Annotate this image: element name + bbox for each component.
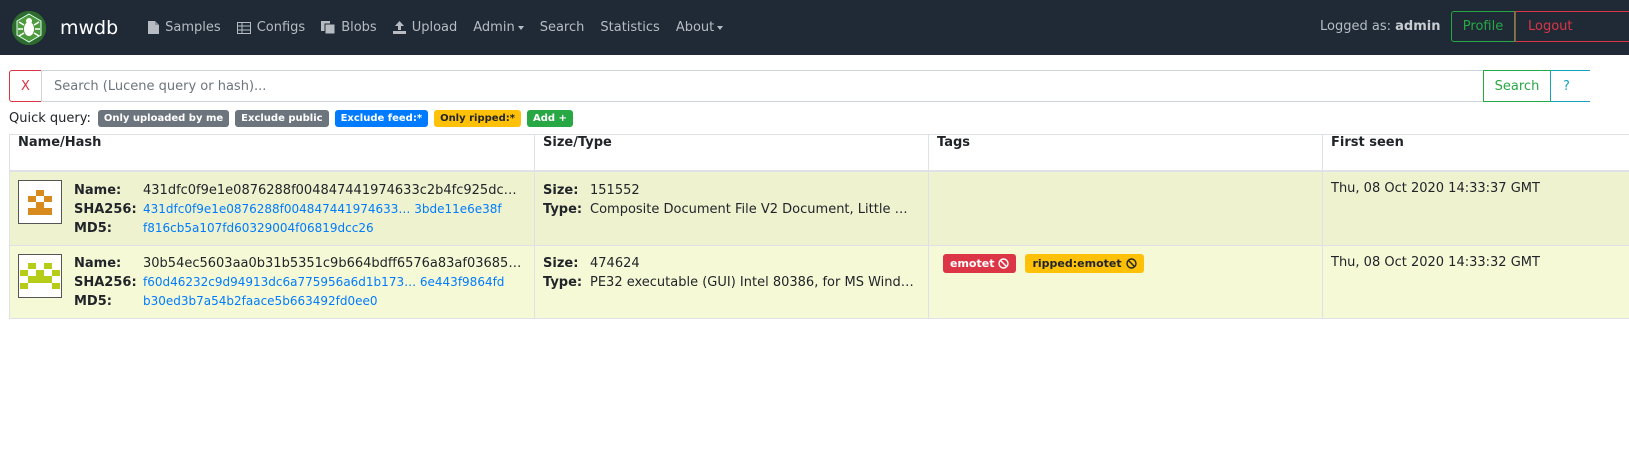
table-header: Name/Hash Size/Type Tags First seen (9, 134, 1629, 172)
first-seen-date: Thu, 08 Oct 2020 14:33:37 GMT (1331, 181, 1540, 196)
profile-button[interactable]: Profile (1451, 11, 1515, 42)
name-label: Name: (74, 256, 122, 271)
first-seen-cell: Thu, 08 Oct 2020 14:33:32 GMT (1322, 245, 1629, 319)
name-hash-cell: Name: 30b54ec5603aa0b31b5351c9b664bdff657… (9, 245, 535, 319)
md5-label: MD5: (74, 294, 112, 309)
nav-admin-dropdown[interactable]: Admin (473, 20, 524, 35)
search-help-button[interactable]: ? (1550, 70, 1590, 102)
identicon-icon (18, 180, 62, 224)
size-label: Size: (543, 256, 579, 271)
sha256-link[interactable]: f60d46232c9d94913dc6a775956a6d1b173… 6e4… (143, 273, 504, 292)
type-label: Type: (543, 202, 583, 217)
tags-cell (928, 170, 1323, 246)
nav-upload[interactable]: Upload (392, 20, 458, 35)
logged-as-label: Logged as: (1320, 19, 1391, 34)
nav-search[interactable]: Search (540, 20, 585, 35)
search-input[interactable] (41, 70, 1484, 102)
first-seen-date: Thu, 08 Oct 2020 14:33:32 GMT (1331, 255, 1540, 270)
size-type-cell: Size: 151552 Type: Composite Document File… (534, 170, 929, 246)
nav-blobs-label: Blobs (341, 20, 377, 35)
quick-query-exclude-feed[interactable]: Exclude feed:* (334, 109, 429, 127)
sample-name: 30b54ec5603aa0b31b5351c9b664bdff6576a83a… (143, 256, 522, 271)
name-label: Name: (74, 183, 122, 198)
logged-user: admin (1395, 19, 1441, 34)
caret-down-icon (517, 25, 524, 30)
type-label: Type: (543, 275, 583, 290)
quick-query-only-ripped[interactable]: Only ripped:* (434, 109, 521, 127)
first-seen-cell: Thu, 08 Oct 2020 14:33:37 GMT (1322, 170, 1629, 246)
sample-size: 151552 (590, 183, 640, 198)
md5-link[interactable]: b30ed3b7a54b2faace5b663492fd0ee0 (143, 292, 378, 311)
sha256-label: SHA256: (74, 202, 137, 217)
md5-label: MD5: (74, 221, 112, 236)
table-row[interactable]: Name: 30b54ec5603aa0b31b5351c9b664bdff657… (9, 245, 1629, 319)
sample-type: PE32 executable (GUI) Intel 80386, for M… (590, 275, 914, 290)
search-button[interactable]: Search (1483, 70, 1551, 102)
file-icon (148, 21, 160, 34)
quick-query-only-uploaded-by-me[interactable]: Only uploaded by me (97, 109, 230, 127)
sha256-label: SHA256: (74, 275, 137, 290)
logout-button[interactable]: Logout (1515, 11, 1629, 42)
brand-link[interactable]: mwdb (12, 10, 126, 45)
nav-upload-label: Upload (411, 20, 458, 35)
samples-table: Name/Hash Size/Type Tags First seen Name… (9, 134, 1629, 319)
nav-samples-label: Samples (165, 20, 221, 35)
column-header-tags: Tags (928, 134, 1323, 172)
sample-type: Composite Document File V2 Document, Lit… (590, 202, 908, 217)
ban-icon[interactable] (998, 258, 1010, 269)
mwdb-logo-icon (12, 10, 46, 45)
nav-configs[interactable]: Configs (236, 20, 306, 35)
quick-query-exclude-public[interactable]: Exclude public (235, 109, 329, 127)
md5-link[interactable]: f816cb5a107fd60329004f06819dcc26 (143, 219, 374, 238)
tag-label: emotet (950, 257, 995, 270)
nav-samples[interactable]: Samples (148, 20, 221, 35)
quick-query-add-button[interactable]: Add + (526, 109, 573, 127)
tags-cell: emotet ripped:emotet (928, 245, 1323, 319)
column-header-size-type: Size/Type (534, 134, 929, 172)
nav-search-label: Search (539, 20, 585, 35)
nav-about-label: About (675, 20, 715, 35)
sample-size: 474624 (590, 256, 640, 271)
size-label: Size: (543, 183, 579, 198)
column-header-first-seen: First seen (1322, 134, 1629, 172)
clear-search-button[interactable]: X (9, 70, 42, 102)
ban-icon[interactable] (1125, 258, 1137, 269)
table-row[interactable]: Name: 431dfc0f9e1e0876288f004847441974633… (9, 170, 1629, 246)
tag-emotet[interactable]: emotet (943, 254, 1017, 273)
upload-icon (392, 21, 406, 34)
nav-configs-label: Configs (256, 20, 306, 35)
copy-icon (321, 21, 336, 34)
nav-statistics-label: Statistics (600, 20, 660, 35)
name-hash-cell: Name: 431dfc0f9e1e0876288f004847441974633… (9, 170, 535, 246)
nav-about-dropdown[interactable]: About (675, 20, 724, 35)
sample-name: 431dfc0f9e1e0876288f004847441974633c2b4f… (143, 183, 517, 198)
sha256-link[interactable]: 431dfc0f9e1e0876288f004847441974633… 3bd… (143, 200, 502, 219)
nav-statistics[interactable]: Statistics (600, 20, 659, 35)
tag-label: ripped:emotet (1032, 257, 1122, 270)
quick-query-label: Quick query: (9, 110, 91, 126)
table-icon (236, 21, 251, 34)
brand-name: mwdb (60, 16, 119, 39)
logged-as-text: Logged as: admin (1320, 19, 1440, 34)
nav-admin-label: Admin (473, 20, 515, 35)
size-type-cell: Size: 474624 Type: PE32 executable (GUI) I… (534, 245, 929, 319)
tag-ripped-emotet[interactable]: ripped:emotet (1025, 254, 1144, 273)
quick-query-bar: Quick query: Only uploaded by me Exclude… (9, 109, 579, 127)
identicon-icon (18, 254, 62, 298)
column-header-name-hash: Name/Hash (9, 134, 535, 172)
caret-down-icon (717, 25, 724, 30)
nav-blobs[interactable]: Blobs (321, 20, 377, 35)
